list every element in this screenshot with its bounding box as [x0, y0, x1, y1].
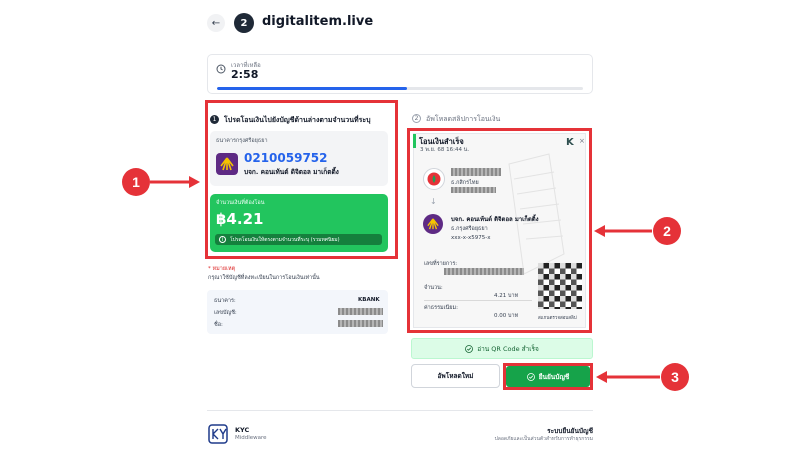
footer-brand: KYC — [235, 426, 250, 434]
footer-divider — [207, 410, 593, 411]
footer-subtitle: ปลอดภัยและเป็นส่วนตัวสำหรับการทำธุรกรรม — [494, 436, 593, 442]
callout-3: 3 — [661, 363, 689, 391]
kyc-logo-icon — [208, 424, 228, 444]
callout-2: 2 — [653, 217, 681, 245]
callout-1: 1 — [122, 168, 150, 196]
footer-brand-sub: Middleware — [235, 435, 267, 441]
